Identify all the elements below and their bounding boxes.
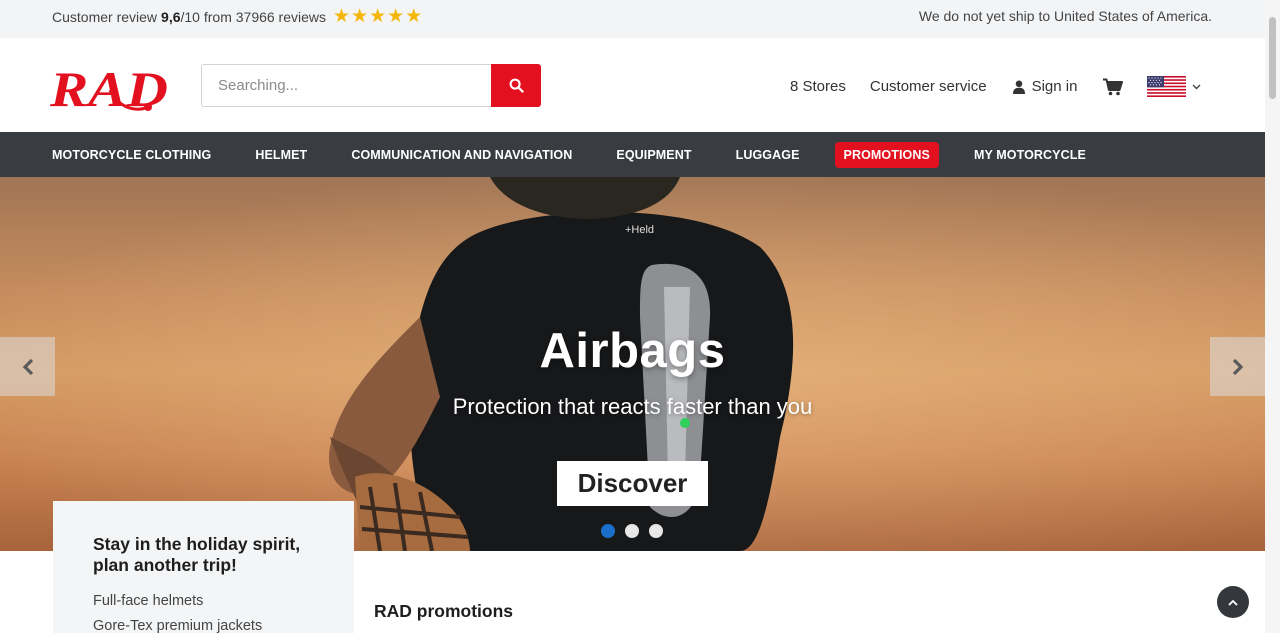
search-input[interactable] (201, 64, 491, 107)
nav-promotions[interactable]: PROMOTIONS (834, 141, 939, 168)
carousel-dot-2[interactable] (625, 524, 639, 538)
nav-luggage[interactable]: LUGGAGE (736, 148, 800, 162)
nav-communication-navigation[interactable]: COMMUNICATION AND NAVIGATION (351, 148, 572, 162)
star-icon: ★ (333, 6, 351, 27)
search-bar (201, 64, 541, 107)
sign-in-link[interactable]: Sign in (1012, 78, 1078, 95)
hero-title: Airbags (539, 324, 726, 378)
search-button[interactable] (491, 64, 541, 107)
nav-helmet[interactable]: HELMET (255, 148, 307, 162)
nav-equipment[interactable]: EQUIPMENT (616, 148, 691, 162)
carousel-dot-3[interactable] (649, 524, 663, 538)
star-icon: ★ (369, 6, 387, 27)
chevron-right-icon (1232, 358, 1243, 375)
hero-banner[interactable]: +Held Airbags Protection that reacts fas… (0, 177, 1265, 551)
site-header: RAD 8 Stores Customer service Sign in (0, 38, 1265, 132)
customer-review[interactable]: Customer review 9,6/10 from 37966 review… (52, 6, 423, 27)
carousel-dots (601, 524, 663, 538)
carousel-next-button[interactable] (1210, 337, 1265, 396)
customer-service-link[interactable]: Customer service (870, 78, 987, 95)
cart-icon (1103, 78, 1124, 95)
chevron-up-icon (1228, 599, 1238, 606)
review-score: 9,6 (161, 9, 181, 25)
star-icon: ★ (351, 6, 369, 27)
scroll-to-top-button[interactable] (1217, 586, 1249, 618)
rating-stars: ★ ★ ★ ★ ★ (333, 6, 423, 27)
rad-promotions-heading: RAD promotions (374, 601, 514, 621)
carousel-prev-button[interactable] (0, 337, 55, 396)
review-prefix: Customer review (52, 9, 158, 25)
search-icon (509, 78, 524, 93)
language-selector[interactable] (1147, 76, 1201, 97)
star-icon: ★ (405, 6, 423, 27)
nav-my-motorcycle[interactable]: MY MOTORCYCLE (974, 148, 1086, 162)
holiday-promo-box: Stay in the holiday spirit, plan another… (53, 501, 354, 634)
chevron-down-icon (1192, 84, 1201, 89)
holiday-promo-title: Stay in the holiday spirit, plan another… (93, 534, 301, 575)
user-icon (1012, 80, 1025, 94)
shipping-notice: We do not yet ship to United States of A… (918, 8, 1212, 24)
sign-in-label: Sign in (1031, 78, 1078, 95)
top-info-bar: Customer review 9,6/10 from 37966 review… (0, 0, 1265, 38)
gore-tex-jackets-link[interactable]: Gore-Tex premium jackets (93, 618, 314, 634)
hero-subtitle: Protection that reacts faster than you (452, 394, 813, 419)
header-links: 8 Stores Customer service Sign in (790, 76, 1201, 97)
cart-button[interactable] (1103, 78, 1124, 96)
rad-logo[interactable]: RAD (48, 60, 174, 117)
star-icon: ★ (387, 6, 405, 27)
carousel-dot-1[interactable] (601, 524, 615, 538)
chevron-left-icon (22, 358, 33, 375)
nav-motorcycle-clothing[interactable]: MOTORCYCLE CLOTHING (52, 148, 211, 162)
svg-text:+Held: +Held (625, 224, 654, 236)
page-scrollbar[interactable] (1265, 0, 1280, 633)
main-navigation: MOTORCYCLE CLOTHING HELMET COMMUNICATION… (0, 132, 1265, 177)
review-suffix: /10 from 37966 reviews (180, 9, 327, 25)
discover-button[interactable]: Discover (557, 461, 708, 506)
scrollbar-thumb[interactable] (1269, 17, 1276, 99)
full-face-helmets-link[interactable]: Full-face helmets (93, 593, 314, 609)
stores-link[interactable]: 8 Stores (790, 78, 846, 95)
us-flag-icon (1147, 76, 1187, 97)
